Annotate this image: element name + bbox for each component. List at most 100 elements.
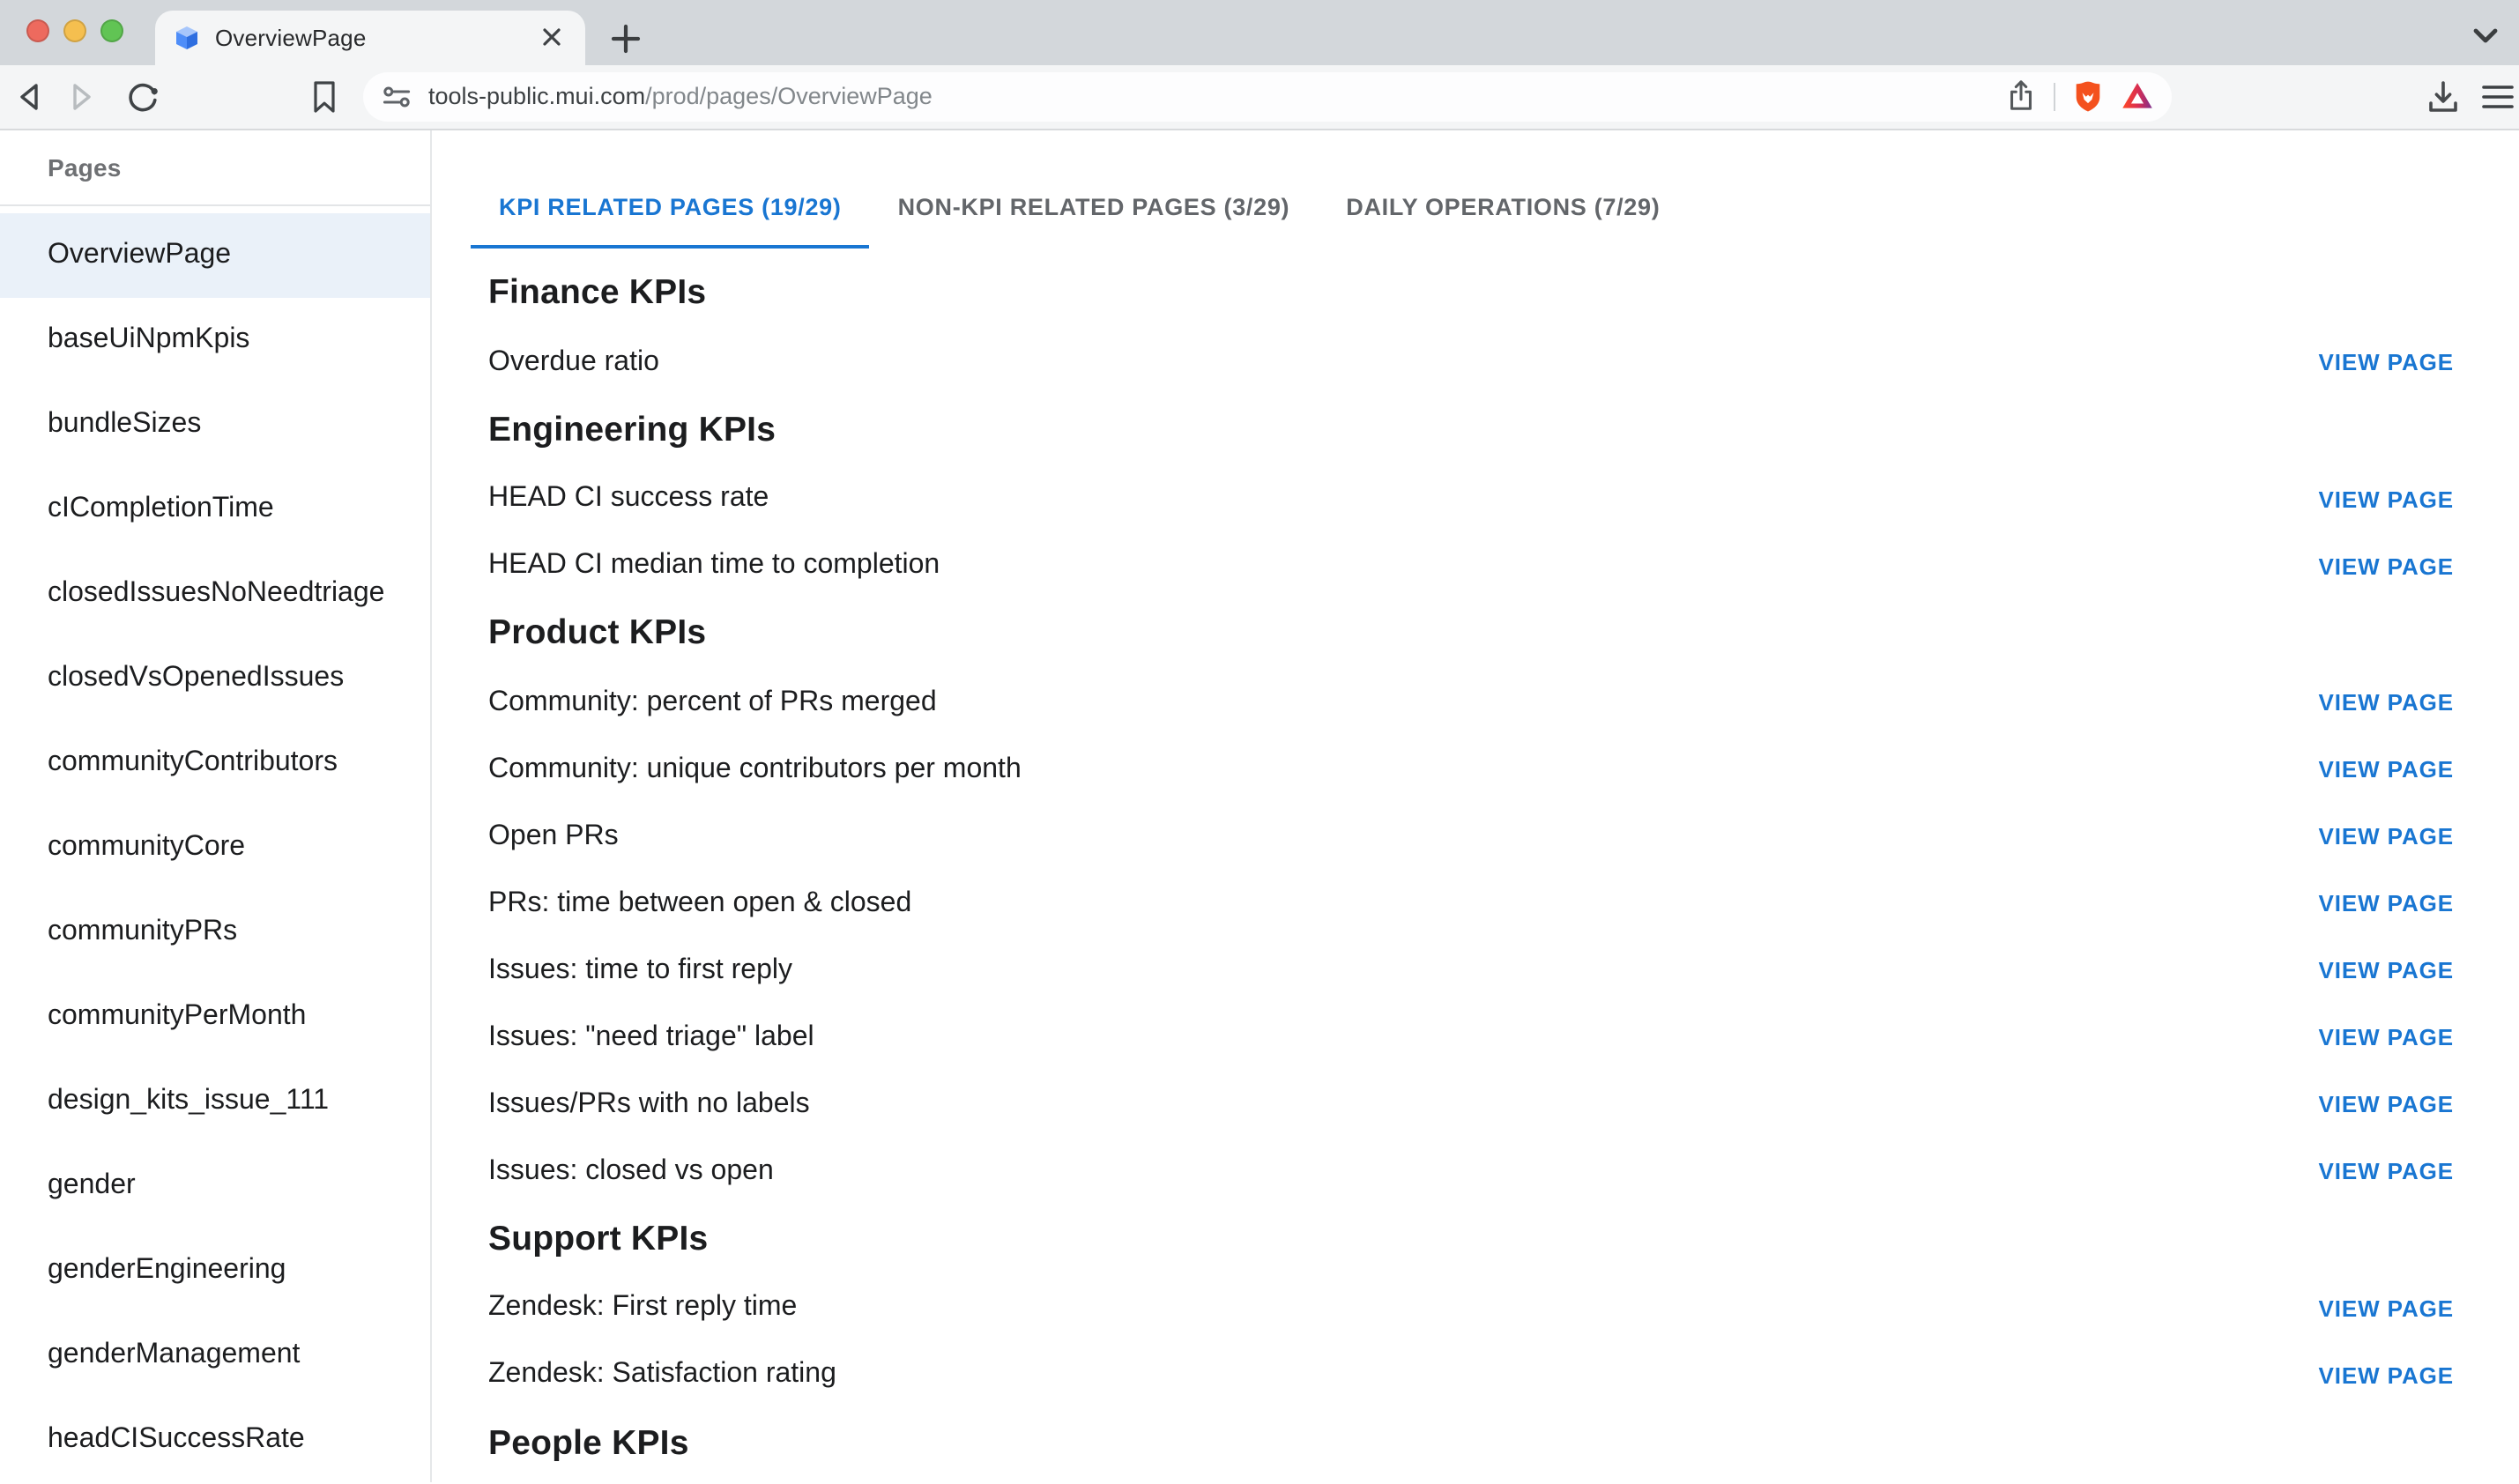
view-page-button[interactable]: VIEW PAGE — [2309, 884, 2463, 924]
kpi-row: Zendesk: Satisfaction rating VIEW PAGE — [488, 1342, 2463, 1409]
reload-button[interactable] — [118, 72, 167, 122]
tab-close-icon[interactable] — [533, 20, 568, 56]
reload-icon — [125, 79, 160, 115]
forward-button[interactable] — [56, 72, 106, 122]
sidebar-item-gendermanagement[interactable]: genderManagement — [0, 1313, 430, 1398]
view-page-button[interactable]: VIEW PAGE — [2309, 342, 2463, 382]
section-title-people-kpis: People KPIs — [488, 1409, 2463, 1479]
kpi-label: HEAD CI success rate — [488, 483, 769, 515]
kpi-label: Issues: "need triage" label — [488, 1022, 814, 1054]
downloads-button[interactable] — [2419, 72, 2468, 122]
kpi-row: Issues: time to first reply VIEW PAGE — [488, 938, 2463, 1005]
url-path: /prod/pages/OverviewPage — [645, 84, 933, 110]
divider — [0, 204, 430, 206]
kpi-row: Community: percent of PRs merged VIEW PAG… — [488, 670, 2463, 737]
brave-rewards-bat-icon[interactable] — [2121, 80, 2154, 114]
bookmark-button[interactable] — [300, 72, 349, 122]
view-page-button[interactable]: VIEW PAGE — [2309, 1288, 2463, 1329]
kpi-row: Overdue ratioVIEW PAGE — [488, 329, 2463, 396]
window-controls — [26, 19, 123, 41]
view-page-button[interactable]: VIEW PAGE — [2309, 683, 2463, 723]
view-page-button[interactable]: VIEW PAGE — [2309, 479, 2463, 519]
sidebar-item-communityprs[interactable]: communityPRs — [0, 890, 430, 975]
sidebar-page-list: OverviewPagebaseUiNpmKpisbundleSizescICo… — [0, 213, 430, 1482]
kpi-row: Issues: closed vs open VIEW PAGE — [488, 1139, 2463, 1206]
sidebar-item-baseuinpmkpis[interactable]: baseUiNpmKpis — [0, 298, 430, 382]
address-bar-actions — [2004, 80, 2154, 114]
tab-daily-operations-7-29[interactable]: DAILY OPERATIONS (7/29) — [1318, 164, 1688, 249]
mui-logo-icon — [173, 24, 201, 52]
download-icon — [2426, 79, 2461, 115]
kpi-label: Open PRs — [488, 821, 619, 853]
pages-sidebar: Pages OverviewPagebaseUiNpmKpisbundleSiz… — [0, 130, 432, 1482]
chevron-down-icon — [2470, 19, 2501, 51]
kpi-row: Issues: "need triage" label VIEW PAGE — [488, 1005, 2463, 1072]
view-page-button[interactable]: VIEW PAGE — [2309, 951, 2463, 991]
tab-kpi-related-pages-19-29[interactable]: KPI RELATED PAGES (19/29) — [471, 164, 870, 249]
view-page-button[interactable]: VIEW PAGE — [2309, 1355, 2463, 1396]
back-button[interactable] — [5, 72, 55, 122]
kpi-label: Issues/PRs with no labels — [488, 1089, 810, 1121]
kpi-row: Zendesk: First reply time VIEW PAGE — [488, 1275, 2463, 1342]
new-tab-button[interactable] — [603, 15, 649, 61]
view-page-button[interactable]: VIEW PAGE — [2309, 750, 2463, 790]
section-title-product-kpis: Product KPIs — [488, 599, 2463, 669]
brave-shields-icon[interactable] — [2071, 80, 2105, 114]
bookmark-icon — [307, 79, 342, 115]
divider — [2054, 83, 2055, 111]
back-arrow-icon — [12, 79, 48, 115]
kpi-label: Zendesk: First reply time — [488, 1293, 797, 1324]
kpi-row: PRs: time between open & closed VIEW PAGE — [488, 871, 2463, 938]
kpi-row: HEAD CI median time to completion VIEW PA… — [488, 532, 2463, 599]
sidebar-item-design-kits-issue-111[interactable]: design_kits_issue_111 — [0, 1059, 430, 1144]
kpi-label: Issues: closed vs open — [488, 1156, 774, 1188]
sidebar-item-bundlesizes[interactable]: bundleSizes — [0, 382, 430, 467]
kpi-sections: Finance KPIsOverdue ratioVIEW PAGEEngine… — [488, 259, 2463, 1479]
sidebar-item-communitypermonth[interactable]: communityPerMonth — [0, 975, 430, 1059]
hamburger-icon — [2480, 79, 2515, 115]
url-text: tools-public.mui.com/prod/pages/Overview… — [428, 84, 933, 110]
main-panel: KPI RELATED PAGES (19/29)NON-KPI RELATED… — [432, 130, 2519, 1482]
kpi-label: Issues: time to first reply — [488, 955, 792, 987]
section-title-support-kpis: Support KPIs — [488, 1206, 2463, 1275]
browser-toolbar: tools-public.mui.com/prod/pages/Overview… — [0, 64, 2519, 130]
plus-icon — [610, 22, 642, 54]
browser-window: OverviewPage — [0, 0, 2519, 1484]
share-icon[interactable] — [2004, 80, 2038, 114]
kpi-row: Issues/PRs with no labels VIEW PAGE — [488, 1072, 2463, 1139]
kpi-label: Community: percent of PRs merged — [488, 687, 937, 719]
view-page-button[interactable]: VIEW PAGE — [2309, 1085, 2463, 1125]
page-content: Pages OverviewPagebaseUiNpmKpisbundleSiz… — [0, 130, 2519, 1482]
window-close-button[interactable] — [26, 19, 48, 41]
site-settings-icon[interactable] — [381, 81, 412, 113]
kpi-row: HEAD CI success rate VIEW PAGE — [488, 465, 2463, 532]
kpi-label: Community: unique contributors per month — [488, 754, 1022, 786]
window-minimize-button[interactable] — [63, 19, 85, 41]
sidebar-item-closedvsopenedissues[interactable]: closedVsOpenedIssues — [0, 636, 430, 721]
category-tabs: KPI RELATED PAGES (19/29)NON-KPI RELATED… — [471, 164, 2463, 249]
sidebar-item-headcisuccessrate[interactable]: headCISuccessRate — [0, 1398, 430, 1482]
view-page-button[interactable]: VIEW PAGE — [2309, 817, 2463, 857]
kpi-label: Zendesk: Satisfaction rating — [488, 1360, 836, 1391]
sidebar-item-closedissuesnoneedtriage[interactable]: closedIssuesNoNeedtriage — [0, 552, 430, 636]
sidebar-item-communitycontributors[interactable]: communityContributors — [0, 721, 430, 805]
address-bar[interactable]: tools-public.mui.com/prod/pages/Overview… — [363, 72, 2172, 122]
sidebar-item-gender[interactable]: gender — [0, 1144, 430, 1228]
sidebar-item-genderengineering[interactable]: genderEngineering — [0, 1228, 430, 1313]
tab-title: OverviewPage — [215, 25, 533, 51]
browser-tab[interactable]: OverviewPage — [155, 11, 584, 64]
view-page-button[interactable]: VIEW PAGE — [2309, 1152, 2463, 1192]
kpi-label: PRs: time between open & closed — [488, 888, 911, 920]
view-page-button[interactable]: VIEW PAGE — [2309, 1018, 2463, 1058]
tab-search-button[interactable] — [2463, 12, 2508, 58]
menu-button[interactable] — [2473, 72, 2519, 122]
window-zoom-button[interactable] — [100, 19, 123, 41]
view-page-button[interactable]: VIEW PAGE — [2309, 545, 2463, 586]
kpi-row: Open PRs VIEW PAGE — [488, 804, 2463, 871]
sidebar-item-cicompletiontime[interactable]: cICompletionTime — [0, 467, 430, 552]
sidebar-item-overviewpage[interactable]: OverviewPage — [0, 213, 430, 298]
tab-non-kpi-related-pages-3-29[interactable]: NON-KPI RELATED PAGES (3/29) — [870, 164, 1319, 249]
section-title-finance-kpis: Finance KPIs — [488, 259, 2463, 329]
kpi-label: HEAD CI median time to completion — [488, 550, 940, 582]
sidebar-item-communitycore[interactable]: communityCore — [0, 805, 430, 890]
